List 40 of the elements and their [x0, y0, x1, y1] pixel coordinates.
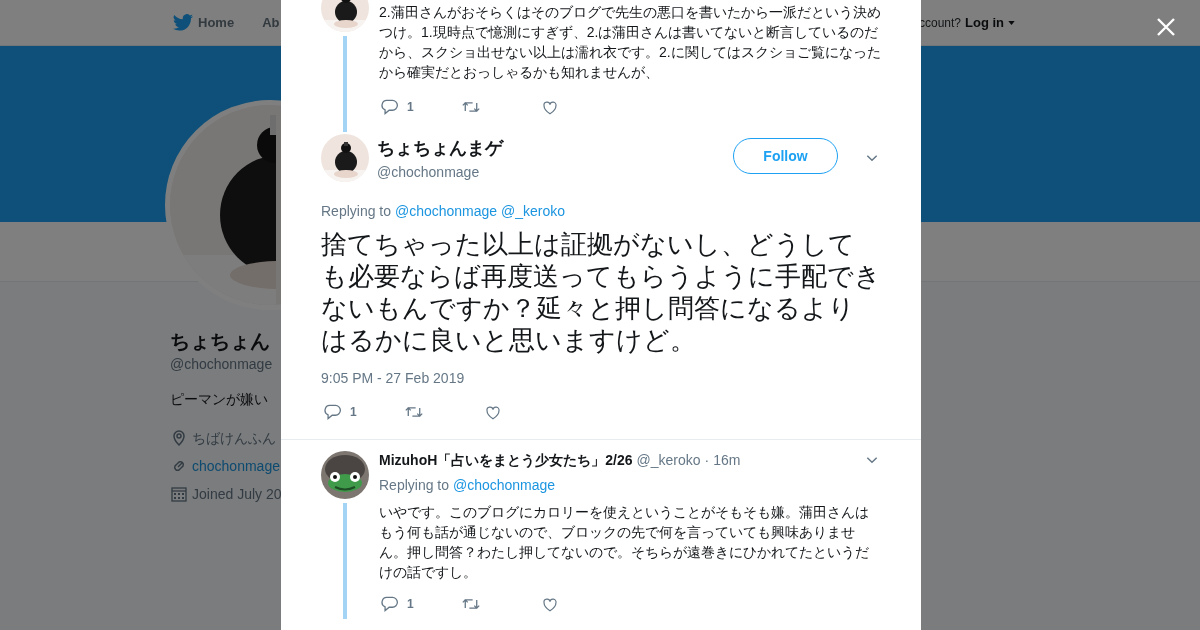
reply-icon[interactable]: [381, 98, 399, 116]
author-handle: @_keroko: [636, 450, 701, 470]
reply-count: 1: [350, 404, 357, 421]
avatar[interactable]: [321, 134, 369, 182]
calendar-icon: [170, 485, 188, 503]
heart-icon[interactable]: [541, 595, 559, 613]
profile-name: ちょちょん: [170, 329, 271, 354]
reply-count: 1: [407, 99, 414, 116]
tweet-text: 2.蒲田さんがおそらくはそのブログで先生の悪口を書いたから一派だという決めつけ。1.現時点で憶測にすぎず、2.は蒲田さんは書いてないと断言しているのだから、スクショ出せない以上は濡れ衣です。2.に関してはスクショご覧になったから確実だとおっしゃるかも知れませんが、: [379, 3, 881, 82]
reply-icon[interactable]: [324, 403, 342, 421]
author-handle: @chochonmage: [377, 163, 481, 182]
tweet-text: いやです。このブログにカロリーを使えということがそもそも嫌。蒲田さんはもう何も話が通じないので、ブロックの先で何を言っていても興味ありません。押し問答？わたし押してないので。そちらが遠巻きにひかれてたというだけの話ですし。: [379, 503, 870, 582]
profile-bio: ピーマンが嫌い: [170, 390, 269, 409]
location-pin-icon: [170, 429, 188, 447]
profile-link[interactable]: chochonmage: [192, 455, 280, 477]
author-name: MizuhoH「占いをまとう少女たち」2/26: [379, 450, 633, 470]
tweet-time: · 16m: [704, 450, 741, 470]
nav-link[interactable]: Home: [198, 12, 235, 33]
avatar[interactable]: [321, 451, 369, 499]
reply-icon[interactable]: [381, 595, 399, 613]
heart-icon[interactable]: [484, 403, 502, 421]
replying-to: Replying to @chochonmage: [379, 476, 557, 495]
profile-handle: @chochonmage: [170, 355, 274, 374]
nav-link[interactable]: Ab: [262, 12, 280, 33]
tweet-text: 捨てちゃった以上は証拠がないし、どうしても必要ならば再度送ってもらうように手配できないもんですか？延々と押し問答になるよりはるかに良いと思いますけど。: [321, 228, 881, 356]
bird-icon[interactable]: [172, 11, 194, 34]
heart-icon[interactable]: [541, 98, 559, 116]
mention-link[interactable]: @_keroko: [501, 203, 566, 219]
join-date: Joined July 20: [192, 484, 281, 504]
location-text: ちばけんふん: [192, 428, 276, 448]
caret-icon: [1008, 20, 1015, 25]
author-name: ちょちょんまゲ: [377, 137, 505, 160]
close-icon: [1156, 16, 1176, 37]
login-link[interactable]: Log in: [965, 12, 1015, 33]
reply-count: 1: [407, 596, 414, 613]
mention-link[interactable]: @chochonmage: [452, 477, 556, 493]
mention-link[interactable]: @chochonmage: [394, 203, 498, 219]
tweet-timestamp: 9:05 PM - 27 Feb 2019: [321, 369, 466, 388]
replying-to: Replying to @chochonmage @_keroko: [321, 202, 567, 221]
follow-button[interactable]: Follow: [733, 138, 838, 174]
